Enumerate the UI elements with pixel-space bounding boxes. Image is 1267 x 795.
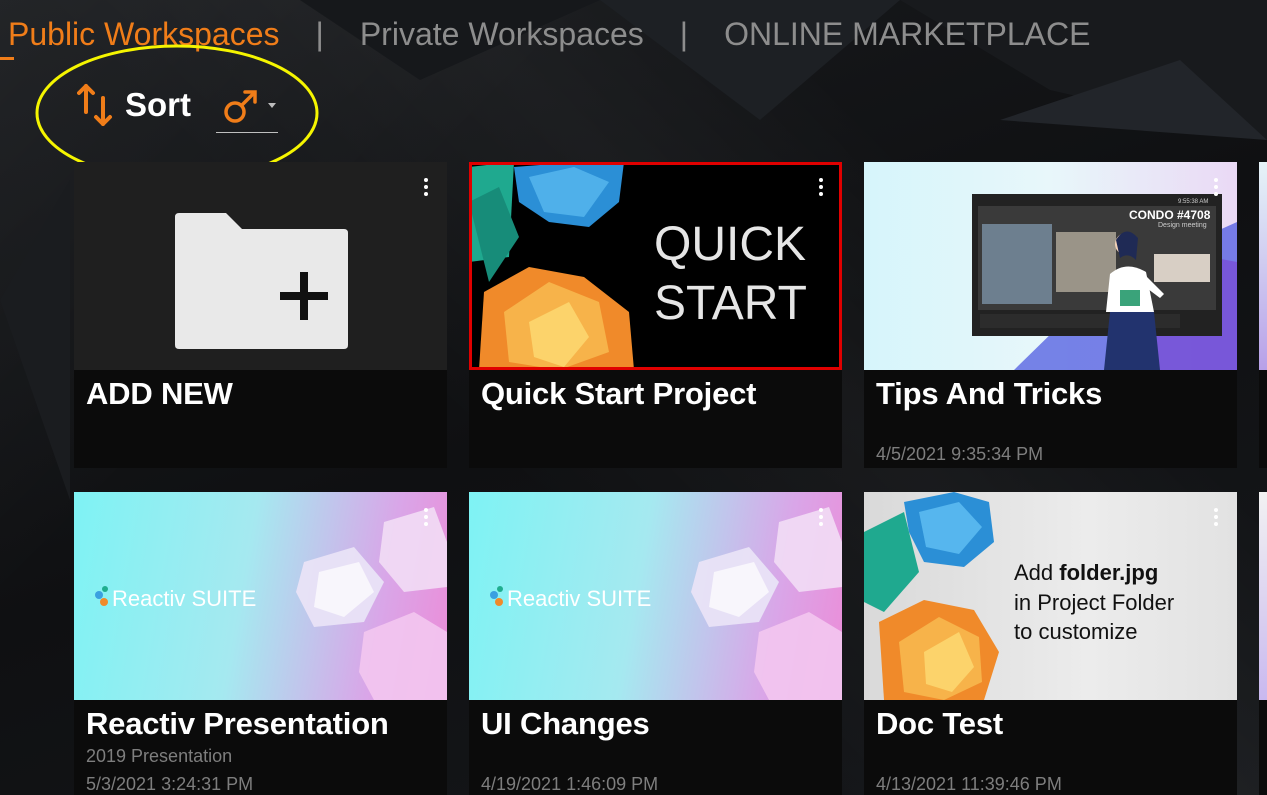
offscreen-card[interactable] [1259,492,1267,795]
thumb-text-line2: in Project Folder [1014,590,1174,615]
card-title: Tips And Tricks [876,376,1103,411]
tab-separator: | [679,15,689,52]
card-menu-icon[interactable] [1209,176,1223,198]
thumb-text-line1: Add folder.jpg [1014,560,1158,585]
card-title: ADD NEW [86,376,233,411]
thumb-text-reactiv: Reactiv SUITE [507,586,651,611]
sort-button[interactable]: Sort [77,82,191,128]
card-thumbnail: QUICK START [469,162,842,370]
card-subtitle: 2019 Presentation [86,746,233,766]
card-menu-icon[interactable] [419,176,433,198]
sort-arrows-icon [77,84,112,126]
tab-private-workspaces[interactable]: Private Workspaces [360,16,644,53]
card-thumbnail [74,162,447,370]
sort-label: Sort [125,86,191,123]
tips-and-tricks-card[interactable]: CONDO #4708 Design meeting 9:55:38 AM Ti… [864,162,1237,468]
doc-test-card[interactable]: Add folder.jpg in Project Folder to cust… [864,492,1237,795]
folder-plus-icon [175,213,348,349]
thumb-text-line3: to customize [1014,619,1138,644]
thumb-text-meeting: Design meeting [1158,222,1207,229]
add-new-card[interactable]: ADD NEW [74,162,447,468]
sort-order-dropdown[interactable] [216,84,278,133]
card-title: Quick Start Project [481,376,757,411]
active-tab-indicator [0,57,14,60]
card-thumbnail: Reactiv SUITE [74,492,447,700]
reactiv-suite-image: Reactiv SUITE [490,507,842,700]
card-menu-icon[interactable] [419,506,433,528]
doc-test-image: Add folder.jpg in Project Folder to cust… [864,492,1174,700]
card-thumbnail: Reactiv SUITE [469,492,842,700]
reactiv-suite-image: Reactiv SUITE [95,507,447,700]
card-title: Reactiv Presentation [86,706,389,741]
offscreen-card[interactable] [1259,162,1267,468]
tips-tricks-image: CONDO #4708 Design meeting 9:55:38 AM [972,194,1237,370]
thumb-text-time: 9:55:38 AM [1178,199,1208,205]
tab-online-marketplace[interactable]: ONLINE MARKETPLACE [724,16,1090,53]
card-thumbnail: Add folder.jpg in Project Folder to cust… [864,492,1237,700]
card-date: 4/13/2021 11:39:46 PM [876,774,1062,794]
thumb-text-reactiv: Reactiv SUITE [112,586,256,611]
male-symbol-icon [224,90,257,123]
card-title: Doc Test [876,706,1004,741]
card-date: 4/5/2021 9:35:34 PM [876,444,1044,464]
thumb-text-quick: QUICK [654,218,806,271]
card-date: 4/19/2021 1:46:09 PM [481,774,659,794]
thumb-text-condo: CONDO #4708 [1129,208,1211,222]
quick-start-image: QUICK START [469,162,842,370]
reactiv-presentation-card[interactable]: Reactiv SUITE Reactiv Presentation 2019 … [74,492,447,795]
thumb-text-start: START [654,277,807,330]
card-menu-icon[interactable] [814,506,828,528]
card-menu-icon[interactable] [814,176,828,198]
ui-changes-card[interactable]: Reactiv SUITE UI Changes 4/19/2021 1:46:… [469,492,842,795]
quick-start-project-card[interactable]: QUICK START Quick Start Project [469,162,842,468]
card-date: 5/3/2021 3:24:31 PM [86,774,254,794]
card-thumbnail: CONDO #4708 Design meeting 9:55:38 AM [864,162,1237,370]
chevron-down-icon [268,103,276,108]
card-title: UI Changes [481,706,650,741]
card-menu-icon[interactable] [1209,506,1223,528]
